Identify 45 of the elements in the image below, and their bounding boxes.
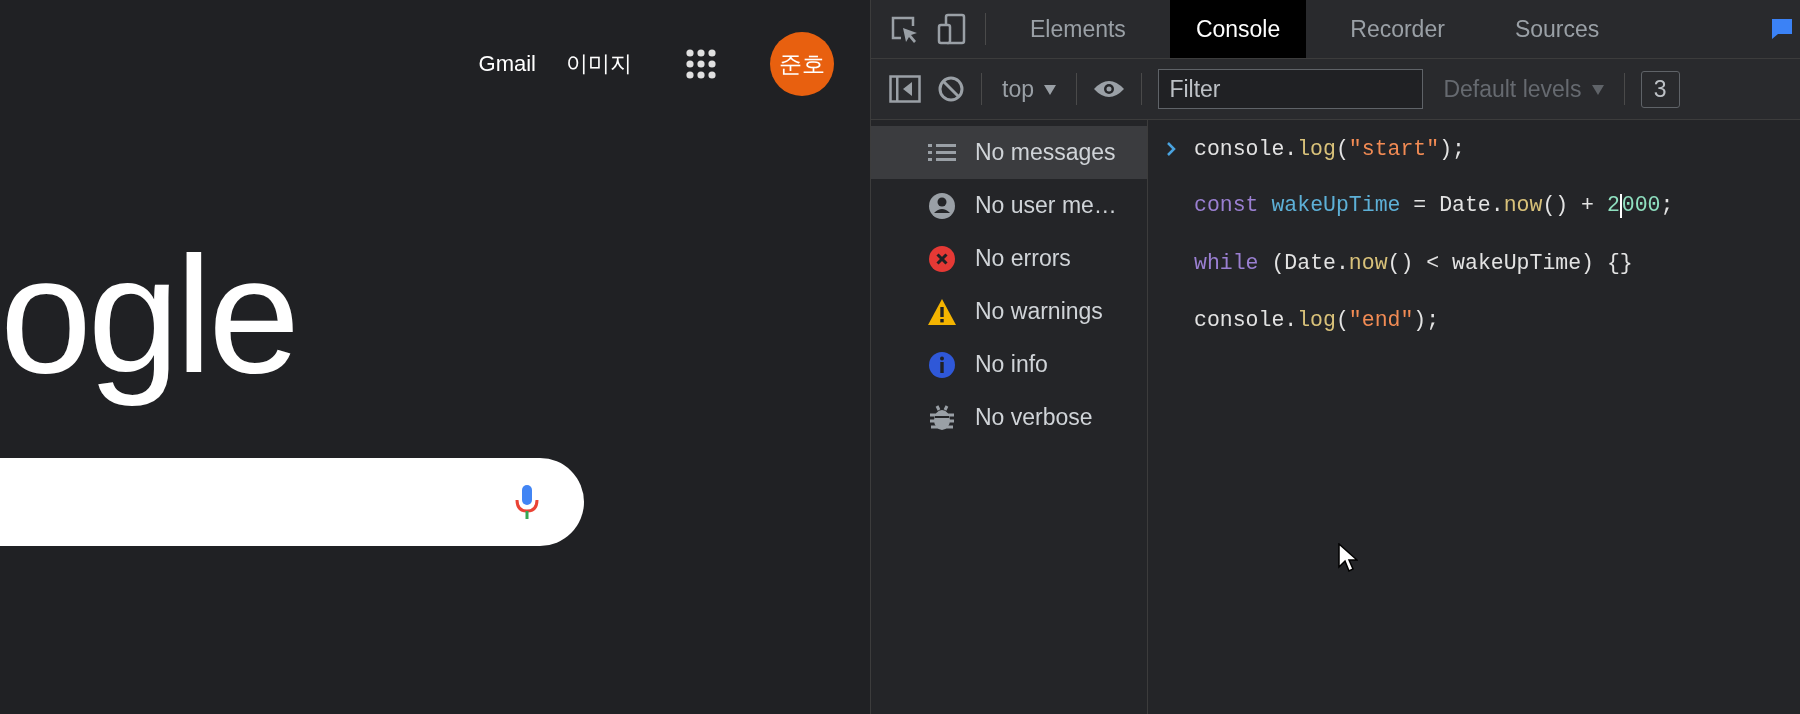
sidebar-item[interactable]: No warnings — [871, 285, 1147, 338]
sidebar-label: No info — [975, 351, 1048, 378]
error-icon — [927, 244, 957, 273]
sidebar-item[interactable]: No user me… — [871, 179, 1147, 232]
logo: ogle — [0, 222, 297, 409]
sidebar-label: No warnings — [975, 298, 1103, 325]
panel-tab[interactable]: Recorder — [1324, 0, 1471, 58]
header-link[interactable]: 이미지 — [566, 49, 632, 79]
microphone-icon[interactable] — [514, 484, 540, 521]
issues-button[interactable]: 3 — [1640, 70, 1680, 108]
apps-grid-icon[interactable] — [686, 49, 716, 79]
bug-icon — [927, 403, 957, 432]
user-icon — [927, 191, 957, 220]
panel-tab[interactable]: Console — [1169, 0, 1307, 58]
code-line: const wakeUpTime = Date.now() + 2000; — [1194, 193, 1674, 218]
filter-field[interactable]: Filter — [1158, 69, 1424, 109]
list-icon — [927, 141, 957, 164]
clear-icon[interactable] — [937, 75, 965, 103]
context-dropdown[interactable]: top — [998, 75, 1061, 103]
header-link[interactable]: Gmail — [478, 51, 536, 77]
caret-icon — [1591, 85, 1604, 96]
sidebar-label: No user me… — [975, 192, 1117, 219]
prompt-icon — [1166, 140, 1176, 157]
code-line: while (Date.now() < wakeUpTime) {} — [1194, 250, 1633, 275]
sidebar-item[interactable]: No info — [871, 338, 1147, 391]
sidebar-item[interactable]: No errors — [871, 232, 1147, 285]
sidebar-item[interactable]: No messages — [871, 126, 1147, 179]
eye-icon[interactable] — [1093, 79, 1126, 99]
panel-tab[interactable]: Sources — [1488, 0, 1626, 58]
sidebar-label: No verbose — [975, 404, 1093, 431]
sidebar-item[interactable]: No verbose — [871, 391, 1147, 444]
caret-icon — [1044, 85, 1057, 96]
message-icon[interactable] — [1770, 17, 1794, 41]
info-icon — [927, 350, 957, 379]
sidebar-toggle-icon[interactable] — [889, 75, 921, 103]
search-field[interactable] — [0, 458, 584, 547]
inspect-icon[interactable] — [889, 14, 919, 44]
sidebar-label: No errors — [975, 245, 1071, 272]
panel-tab[interactable]: Elements — [1004, 0, 1152, 58]
code-line: console.log("start"); — [1194, 136, 1465, 161]
device-icon[interactable] — [937, 13, 967, 45]
mouse-pointer-icon — [1338, 543, 1358, 573]
sidebar-label: No messages — [975, 139, 1116, 166]
warning-icon — [927, 297, 957, 326]
code-line: console.log("end"); — [1194, 307, 1440, 332]
